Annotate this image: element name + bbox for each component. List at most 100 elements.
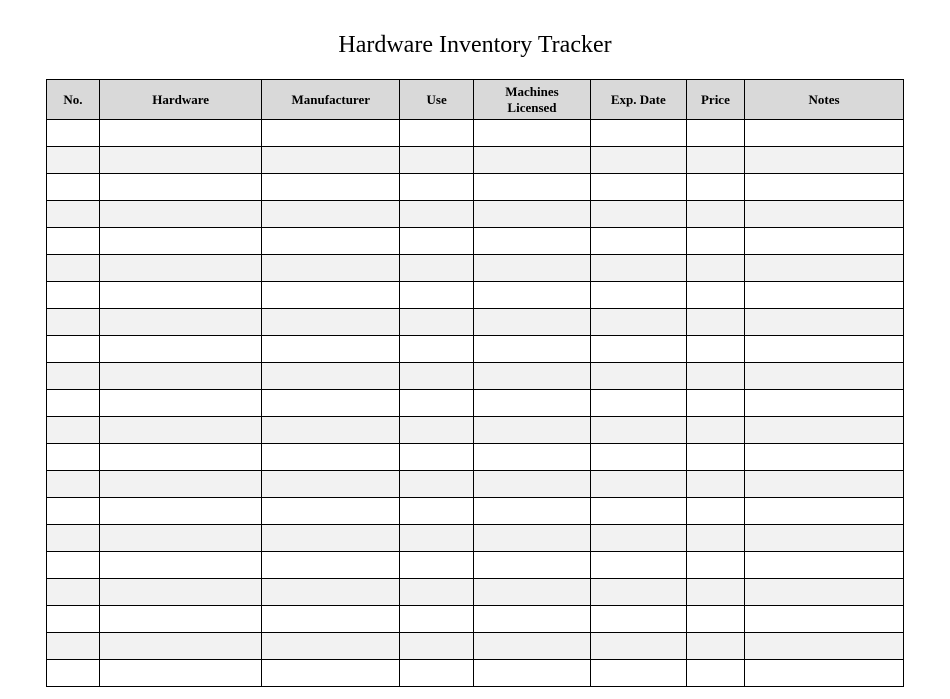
table-cell — [47, 660, 100, 687]
table-cell — [686, 525, 744, 552]
table-cell — [400, 120, 474, 147]
table-row — [47, 147, 904, 174]
table-cell — [590, 309, 686, 336]
table-cell — [474, 552, 591, 579]
table-row — [47, 255, 904, 282]
table-cell — [400, 336, 474, 363]
table-cell — [590, 255, 686, 282]
table-cell — [262, 525, 400, 552]
table-cell — [262, 471, 400, 498]
table-cell — [474, 471, 591, 498]
table-cell — [474, 498, 591, 525]
table-cell — [474, 336, 591, 363]
col-header-price: Price — [686, 80, 744, 120]
table-cell — [99, 552, 261, 579]
table-cell — [400, 660, 474, 687]
table-cell — [400, 228, 474, 255]
table-row — [47, 228, 904, 255]
table-cell — [47, 498, 100, 525]
table-cell — [262, 606, 400, 633]
table-cell — [262, 228, 400, 255]
table-cell — [590, 417, 686, 444]
table-cell — [99, 660, 261, 687]
table-cell — [99, 282, 261, 309]
table-cell — [400, 174, 474, 201]
table-cell — [686, 579, 744, 606]
table-cell — [47, 255, 100, 282]
table-cell — [262, 282, 400, 309]
table-cell — [686, 282, 744, 309]
table-cell — [47, 363, 100, 390]
table-cell — [400, 498, 474, 525]
table-cell — [745, 120, 904, 147]
col-header-use: Use — [400, 80, 474, 120]
table-cell — [47, 471, 100, 498]
table-cell — [474, 579, 591, 606]
table-cell — [745, 282, 904, 309]
table-cell — [99, 201, 261, 228]
table-cell — [590, 525, 686, 552]
table-cell — [400, 255, 474, 282]
page-title: Hardware Inventory Tracker — [46, 32, 904, 59]
table-cell — [686, 444, 744, 471]
table-row — [47, 498, 904, 525]
table-cell — [474, 309, 591, 336]
table-cell — [474, 444, 591, 471]
table-cell — [590, 606, 686, 633]
table-row — [47, 309, 904, 336]
table-cell — [47, 525, 100, 552]
table-cell — [686, 390, 744, 417]
table-cell — [99, 336, 261, 363]
table-cell — [686, 606, 744, 633]
table-cell — [745, 633, 904, 660]
table-cell — [474, 633, 591, 660]
col-header-no: No. — [47, 80, 100, 120]
table-cell — [474, 660, 591, 687]
table-cell — [400, 444, 474, 471]
table-cell — [590, 633, 686, 660]
table-cell — [400, 606, 474, 633]
table-cell — [99, 633, 261, 660]
table-cell — [262, 444, 400, 471]
table-header-row: No. Hardware Manufacturer Use MachinesLi… — [47, 80, 904, 120]
table-cell — [262, 552, 400, 579]
table-cell — [590, 660, 686, 687]
table-cell — [262, 579, 400, 606]
table-cell — [686, 552, 744, 579]
table-cell — [590, 174, 686, 201]
table-cell — [745, 309, 904, 336]
table-cell — [99, 579, 261, 606]
table-cell — [262, 147, 400, 174]
table-cell — [474, 390, 591, 417]
table-cell — [47, 174, 100, 201]
table-cell — [745, 498, 904, 525]
table-cell — [47, 309, 100, 336]
table-cell — [47, 147, 100, 174]
table-cell — [262, 417, 400, 444]
inventory-table: No. Hardware Manufacturer Use MachinesLi… — [46, 79, 904, 687]
table-cell — [686, 309, 744, 336]
table-cell — [474, 174, 591, 201]
table-cell — [686, 147, 744, 174]
table-row — [47, 579, 904, 606]
table-cell — [400, 363, 474, 390]
col-header-machines-licensed: MachinesLicensed — [474, 80, 591, 120]
table-cell — [99, 228, 261, 255]
table-row — [47, 336, 904, 363]
table-cell — [262, 174, 400, 201]
table-cell — [745, 660, 904, 687]
table-cell — [745, 201, 904, 228]
table-row — [47, 417, 904, 444]
table-cell — [745, 417, 904, 444]
table-cell — [745, 255, 904, 282]
table-cell — [745, 390, 904, 417]
table-cell — [474, 201, 591, 228]
table-cell — [99, 444, 261, 471]
table-cell — [745, 552, 904, 579]
table-row — [47, 552, 904, 579]
table-cell — [99, 309, 261, 336]
table-cell — [686, 120, 744, 147]
table-cell — [590, 579, 686, 606]
table-cell — [686, 174, 744, 201]
table-cell — [745, 147, 904, 174]
